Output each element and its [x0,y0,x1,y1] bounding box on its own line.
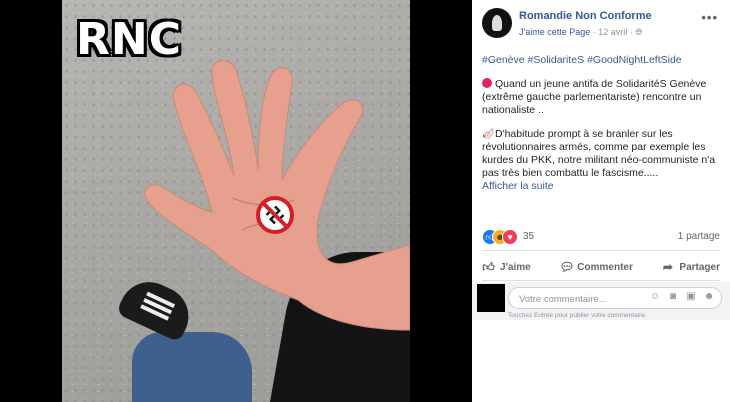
post-header: Romandie Non Conforme J'aime cette Page … [482,8,720,42]
share-arrow-icon: ➦ [662,259,673,274]
sticker-icon[interactable]: ☻ [703,291,715,303]
like-page-link[interactable]: J'aime cette Page [519,27,590,37]
emoji-icon[interactable]: ☺ [649,291,661,303]
page-avatar[interactable] [482,8,512,38]
camera-icon[interactable]: ◙ [667,291,679,303]
post-body: Quand un jeune antifa de SolidaritéS Gen… [482,78,722,193]
see-more-link[interactable]: Afficher la suite [482,180,554,192]
commenter-avatar [477,284,505,312]
reaction-count[interactable]: 35 [523,231,534,242]
share-count[interactable]: 1 partage [678,231,720,242]
comment-input-icons: ☺ ◙ ▣ ☻ [649,291,715,303]
reactions-bar: 👍︎ ☻ ♥ 35 1 partage [482,229,720,245]
divider-bottom [482,280,720,281]
divider-top [482,250,720,251]
like-button-label: J'aime [500,261,531,273]
post-paragraph-1: Quand un jeune antifa de SolidaritéS Gen… [482,78,722,117]
crossed-out-swastika-icon [256,196,294,234]
comment-button-label: Commenter [577,261,633,273]
post-photo-area[interactable]: RNC [0,0,472,402]
globe-icon: 🌐︎ [635,27,643,37]
post-photo[interactable]: RNC [62,0,410,402]
post-side-panel: Romandie Non Conforme J'aime cette Page … [472,0,730,402]
ellipsis-icon[interactable]: ••• [701,10,718,25]
share-button[interactable]: ➦ Partager [661,257,720,277]
comment-input-box[interactable]: ☺ ◙ ▣ ☻ [508,287,722,309]
page-name-link[interactable]: Romandie Non Conforme [519,10,652,22]
like-button[interactable]: 👍︎ J'aime [482,257,531,277]
post-hashtags[interactable]: #Genève #SolidariteS #GoodNightLeftSide [482,54,682,66]
post-actions: 👍︎ J'aime 💬︎ Commenter ➦ Partager [482,257,720,277]
violin-icon: 🎻︎ [482,129,495,140]
rnc-overlay-text: RNC [76,14,182,65]
gif-icon[interactable]: ▣ [685,291,697,303]
speech-bubble-icon: 💬︎ [559,259,575,274]
post-paragraph-2: 🎻︎D'habitude prompt à se branler sur les… [482,128,722,193]
comment-button[interactable]: 💬︎ Commenter [559,257,633,277]
comment-input[interactable] [517,291,641,307]
post-date[interactable]: 12 avril [598,27,627,37]
paragraph-2-text: D'habitude prompt à se branler sur les r… [482,128,716,179]
comment-hint: Touchez Entrée pour publier votre commen… [508,312,647,319]
comment-composer: ☺ ◙ ▣ ☻ Touchez Entrée pour publier votr… [472,282,730,320]
red-circle-icon [482,78,492,88]
thumbs-up-icon: 👍︎ [482,259,495,274]
love-icon[interactable]: ♥ [502,229,518,245]
paragraph-1-text: Quand un jeune antifa de SolidaritéS Gen… [482,78,707,116]
post-meta: J'aime cette Page · 12 avril · 🌐︎ [519,27,642,38]
share-button-label: Partager [679,261,720,273]
